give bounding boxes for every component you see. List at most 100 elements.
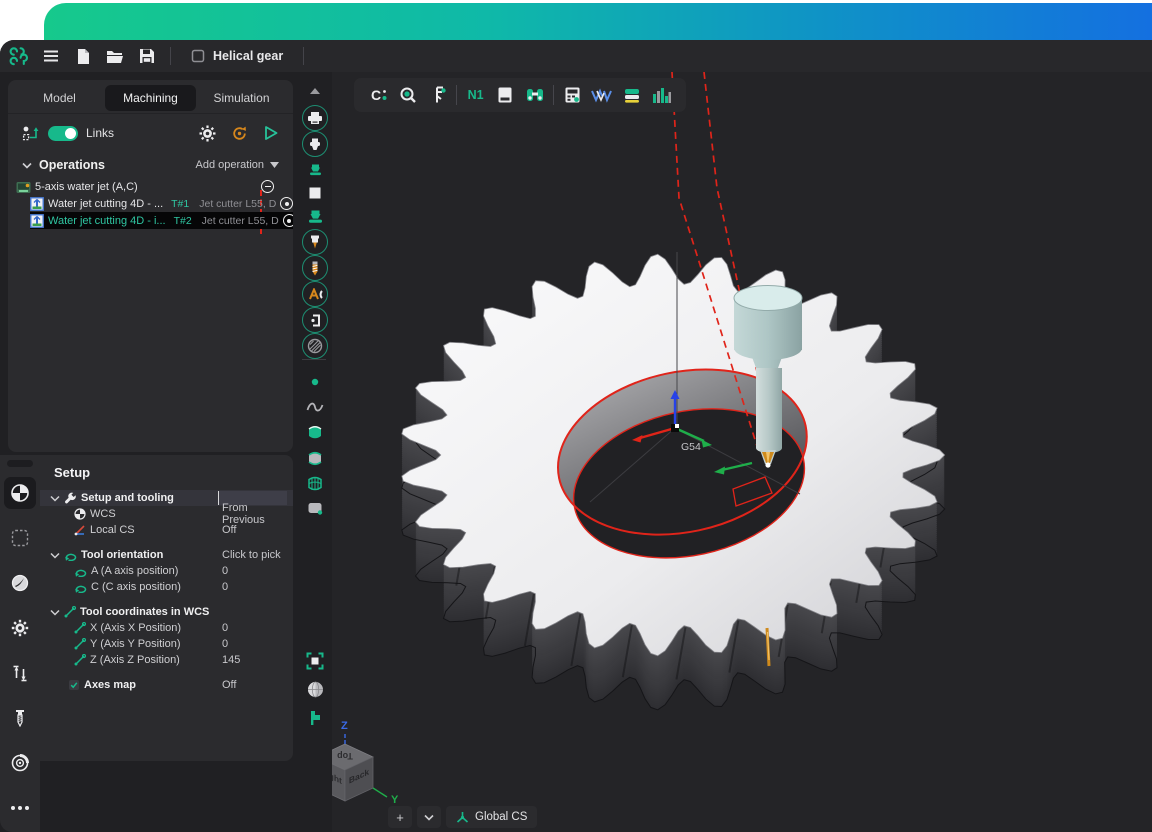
caliper-button[interactable] — [427, 84, 449, 106]
sheet-visibility[interactable] — [297, 445, 333, 471]
links-toggle-knob — [65, 128, 76, 139]
panel-button[interactable] — [494, 84, 516, 106]
view-flag[interactable] — [297, 705, 333, 731]
rotate-icon — [74, 566, 87, 577]
calculator-button[interactable] — [562, 84, 584, 106]
setup-row-value[interactable]: 145 — [222, 654, 240, 666]
tool-visibility[interactable] — [297, 229, 333, 255]
tab-model[interactable]: Model — [14, 85, 105, 111]
rail-knob[interactable] — [4, 747, 36, 779]
setup-row-value[interactable]: Off — [222, 524, 236, 536]
rail-gear[interactable] — [4, 612, 36, 644]
setup-row-c-c-axis-position[interactable]: C (C axis position)0 — [40, 579, 293, 595]
axes-letters-visibility-icon — [302, 281, 328, 307]
cs-dropdown-button[interactable] — [417, 806, 441, 828]
operation-row[interactable]: Water jet cutting 4D - ...T#1Jet cutter … — [8, 195, 293, 212]
app-logo[interactable] — [6, 44, 32, 68]
group-chevron-icon[interactable] — [50, 609, 60, 616]
open-folder-icon — [106, 49, 124, 64]
setup-row-value[interactable]: 0 — [222, 565, 228, 577]
waveform-button[interactable] — [591, 84, 613, 106]
mesh-visibility[interactable] — [297, 470, 333, 496]
links-row: Links — [8, 114, 293, 152]
n1-button[interactable]: N1 — [465, 84, 487, 106]
setup-row-value[interactable]: Click to pick — [222, 549, 281, 561]
setup-row-value[interactable]: 0 — [222, 581, 228, 593]
setup-row-value[interactable]: From Previous — [222, 502, 293, 526]
operation-row[interactable]: 5-axis water jet (A,C) — [8, 178, 293, 195]
surface-visibility[interactable] — [297, 419, 333, 445]
viewport-3d[interactable]: G54TopRightBackXYZ — [332, 72, 1152, 832]
setup-row-tool-coordinates-in-wcs[interactable]: Tool coordinates in WCS — [40, 604, 293, 620]
setup-gap — [40, 538, 293, 547]
rail-tool-bit[interactable] — [4, 702, 36, 734]
run-simulation-icon[interactable] — [263, 125, 279, 141]
axes-letters-visibility[interactable] — [297, 281, 333, 307]
hatch-visibility[interactable] — [297, 333, 333, 359]
setup-row-tool-orientation[interactable]: Tool orientationClick to pick — [40, 547, 293, 563]
new-file-button[interactable] — [70, 44, 96, 68]
setup-row-wcs[interactable]: WCSFrom Previous — [40, 506, 293, 522]
rail-dashed-select[interactable] — [4, 522, 36, 554]
operation-row[interactable]: Water jet cutting 4D - i...T#2Jet cutter… — [8, 212, 293, 229]
operation-link-icon[interactable] — [280, 197, 293, 210]
setup-row-z-axis-z-position[interactable]: Z (Axis Z Position)145 — [40, 652, 293, 668]
group-chevron-icon[interactable] — [50, 552, 60, 559]
setup-row-label: Tool coordinates in WCS — [80, 606, 209, 618]
axis-icon — [74, 622, 86, 634]
rail-compass[interactable] — [4, 567, 36, 599]
shading-mode[interactable] — [297, 676, 333, 702]
drill-visibility[interactable] — [297, 255, 333, 281]
fit-view[interactable] — [297, 648, 333, 674]
document-tab[interactable]: Helical gear — [181, 43, 293, 69]
operation-row-controls — [280, 197, 293, 210]
magnet-button[interactable]: C — [368, 84, 390, 106]
holder-visibility[interactable] — [297, 307, 333, 333]
open-file-button[interactable] — [102, 44, 128, 68]
recalculate-icon[interactable] — [231, 125, 248, 142]
operation-link-icon[interactable] — [283, 214, 293, 227]
wrench-icon — [64, 492, 77, 505]
setup-row-a-a-axis-position[interactable]: A (A axis position)0 — [40, 563, 293, 579]
add-cs-button[interactable]: + — [388, 806, 412, 828]
setup-row-label: WCS — [90, 508, 116, 520]
rail-more-dots[interactable] — [4, 792, 36, 824]
svg-text:Y: Y — [391, 794, 399, 806]
group-chevron-icon[interactable] — [50, 495, 60, 502]
setup-row-x-axis-x-position[interactable]: X (Axis X Position)0 — [40, 620, 293, 636]
setup-row-value[interactable]: 0 — [222, 622, 228, 634]
equalizer-button[interactable] — [650, 84, 672, 106]
operation-row-inner: Water jet cutting 4D - ...T#1Jet cutter … — [30, 195, 293, 212]
curve-visibility[interactable] — [297, 394, 333, 420]
point-visibility[interactable] — [297, 369, 333, 395]
head-visibility[interactable] — [297, 131, 333, 157]
links-toggle[interactable] — [48, 126, 78, 141]
tab-machining[interactable]: Machining — [105, 85, 196, 111]
rail-swap-arrows[interactable] — [4, 657, 36, 689]
inspect-button[interactable] — [397, 84, 419, 106]
save-button[interactable] — [134, 44, 160, 68]
binoculars-button[interactable] — [524, 84, 546, 106]
setup-row-value[interactable]: 0 — [222, 638, 228, 650]
settings-gear-icon[interactable] — [199, 125, 216, 142]
fixture-visibility[interactable] — [297, 204, 333, 230]
setup-rows: Setup and toolingWCSFrom PreviousLocal C… — [40, 490, 293, 693]
machine-visibility[interactable] — [297, 105, 333, 131]
setup-row-value[interactable]: Off — [222, 679, 236, 691]
operation-collapse-icon[interactable] — [261, 180, 274, 193]
stock-visibility[interactable] — [297, 180, 333, 206]
stack-button[interactable] — [621, 84, 643, 106]
add-operation-button[interactable]: Add operation — [196, 159, 280, 171]
global-cs-button[interactable]: Global CS — [446, 806, 537, 828]
setup-row-axes-map[interactable]: Axes mapOff — [40, 677, 293, 693]
main-menu-button[interactable] — [38, 44, 64, 68]
rail-wcs-datum-selected[interactable] — [4, 477, 36, 509]
solid-visibility[interactable] — [297, 495, 333, 521]
tab-simulation[interactable]: Simulation — [196, 85, 287, 111]
scroll-up[interactable] — [297, 78, 333, 104]
setup-row-y-axis-y-position[interactable]: Y (Axis Y Position)0 — [40, 636, 293, 652]
rail-handle[interactable] — [7, 460, 33, 467]
collapse-chevron-icon[interactable] — [22, 162, 32, 169]
add-cs-label: + — [396, 810, 404, 825]
viewport-toolbar: C N1 — [354, 78, 686, 112]
